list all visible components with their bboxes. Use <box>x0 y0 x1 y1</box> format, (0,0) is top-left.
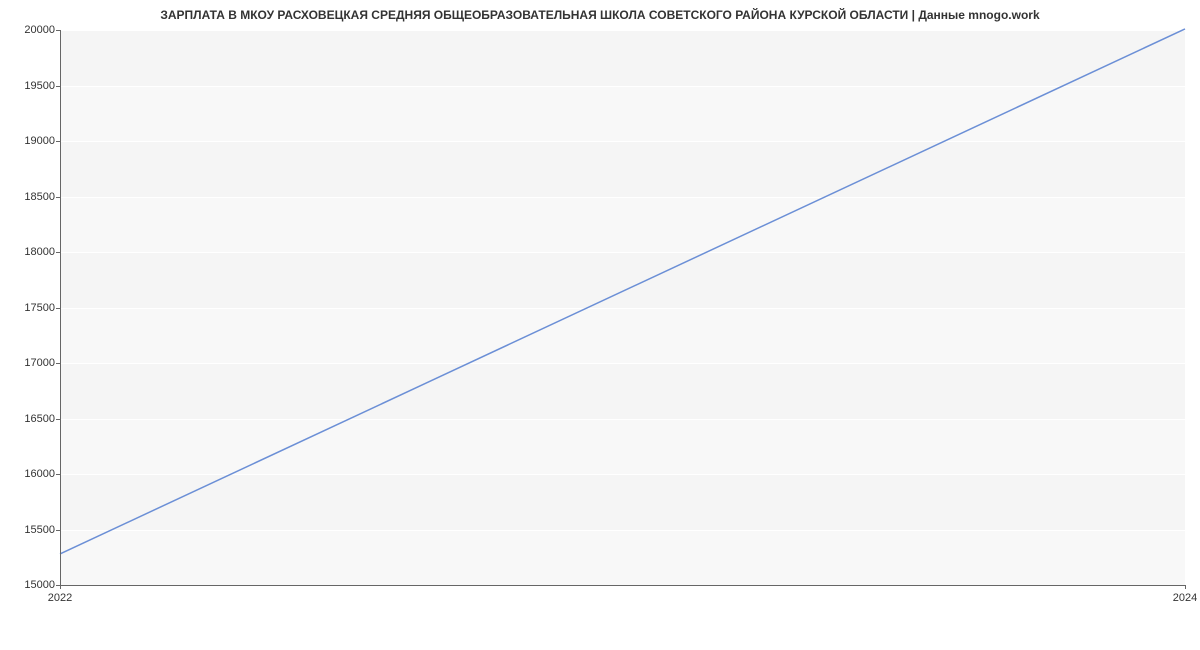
y-tick-label: 15000 <box>5 579 55 591</box>
line-series-layer <box>60 30 1185 585</box>
y-tick-mark <box>56 308 60 309</box>
y-tick-mark <box>56 86 60 87</box>
y-tick-mark <box>56 419 60 420</box>
y-tick-mark <box>56 252 60 253</box>
x-tick-mark <box>1185 585 1186 589</box>
y-tick-label: 19000 <box>5 135 55 147</box>
y-tick-mark <box>56 363 60 364</box>
y-tick-label: 15500 <box>5 524 55 536</box>
y-tick-label: 17500 <box>5 302 55 314</box>
y-axis-line <box>60 30 61 585</box>
y-tick-label: 18500 <box>5 191 55 203</box>
x-tick-label: 2024 <box>1173 592 1197 604</box>
y-tick-label: 20000 <box>5 24 55 36</box>
chart-container: ЗАРПЛАТА В МКОУ РАСХОВЕЦКАЯ СРЕДНЯЯ ОБЩЕ… <box>0 0 1200 650</box>
y-tick-mark <box>56 197 60 198</box>
y-tick-mark <box>56 30 60 31</box>
x-axis-line <box>60 585 1185 586</box>
y-tick-mark <box>56 141 60 142</box>
y-tick-label: 16500 <box>5 413 55 425</box>
y-tick-label: 18000 <box>5 246 55 258</box>
y-tick-mark <box>56 474 60 475</box>
y-tick-mark <box>56 530 60 531</box>
y-tick-label: 19500 <box>5 80 55 92</box>
y-tick-label: 16000 <box>5 468 55 480</box>
x-tick-label: 2022 <box>48 592 72 604</box>
data-line <box>60 29 1185 554</box>
chart-title: ЗАРПЛАТА В МКОУ РАСХОВЕЦКАЯ СРЕДНЯЯ ОБЩЕ… <box>0 8 1200 22</box>
x-tick-mark <box>60 585 61 589</box>
plot-area <box>60 30 1185 585</box>
y-tick-label: 17000 <box>5 357 55 369</box>
